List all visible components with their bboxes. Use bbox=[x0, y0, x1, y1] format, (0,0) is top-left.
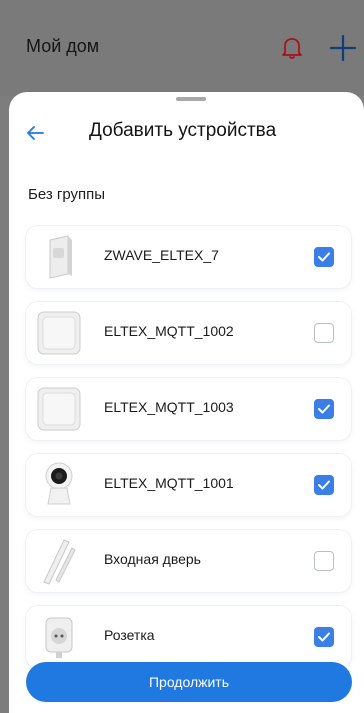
device-checkbox[interactable] bbox=[314, 323, 334, 343]
motion-sensor-icon bbox=[49, 235, 72, 279]
group-title: Без группы bbox=[28, 186, 106, 203]
device-checkbox[interactable] bbox=[314, 399, 334, 419]
continue-button[interactable]: Продолжить bbox=[26, 662, 352, 702]
device-name: Розетка bbox=[104, 627, 155, 643]
device-card[interactable]: ELTEX_MQTT_1001 bbox=[26, 454, 351, 516]
device-checkbox[interactable] bbox=[314, 475, 334, 495]
device-name: ELTEX_MQTT_1003 bbox=[104, 399, 234, 415]
device-card[interactable]: Входная дверь bbox=[26, 530, 351, 592]
device-name: Входная дверь bbox=[104, 551, 201, 567]
device-checkbox[interactable] bbox=[314, 247, 334, 267]
camera-icon bbox=[45, 462, 73, 505]
drag-handle[interactable] bbox=[176, 97, 206, 101]
device-card[interactable]: ZWAVE_ELTEX_7 bbox=[26, 226, 351, 288]
plus-icon[interactable] bbox=[330, 34, 356, 62]
door-sensor-icon bbox=[43, 539, 76, 585]
device-name: ZWAVE_ELTEX_7 bbox=[104, 247, 219, 263]
device-card[interactable]: Розетка bbox=[26, 606, 351, 668]
device-name: ELTEX_MQTT_1002 bbox=[104, 323, 234, 339]
device-name: ELTEX_MQTT_1001 bbox=[104, 475, 234, 491]
top-bar: Мой дом bbox=[0, 0, 364, 96]
device-checkbox[interactable] bbox=[314, 627, 334, 647]
wall-switch-icon bbox=[37, 311, 81, 355]
sheet-title: Добавить устройства bbox=[89, 120, 277, 141]
device-checkbox[interactable] bbox=[314, 551, 334, 571]
wall-switch-icon bbox=[37, 387, 81, 431]
smart-plug-icon bbox=[45, 617, 73, 658]
back-arrow-icon[interactable] bbox=[25, 123, 45, 143]
add-devices-sheet: Добавить устройства Без группы ZWAVE_ELT… bbox=[9, 92, 364, 713]
page-title: Мой дом bbox=[26, 36, 100, 56]
device-card[interactable]: ELTEX_MQTT_1002 bbox=[26, 302, 351, 364]
bell-icon[interactable] bbox=[281, 36, 303, 60]
device-card[interactable]: ELTEX_MQTT_1003 bbox=[26, 378, 351, 440]
